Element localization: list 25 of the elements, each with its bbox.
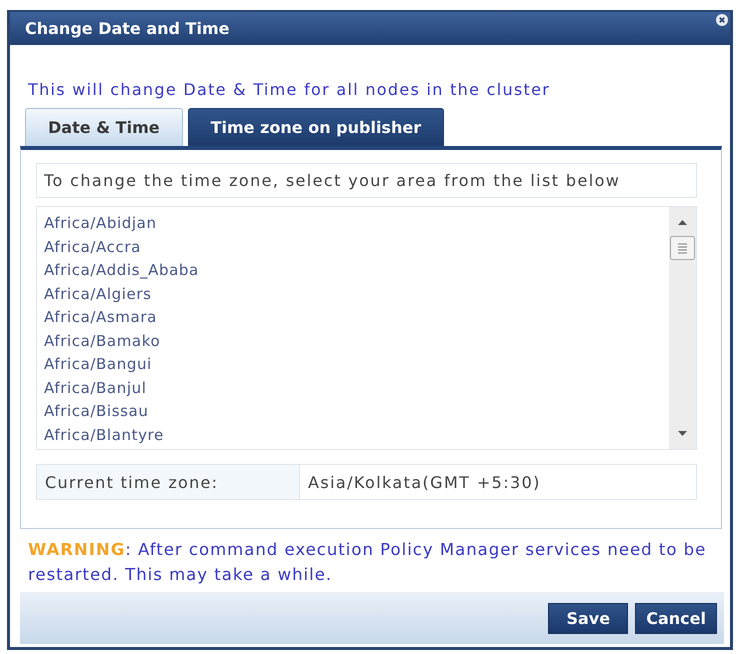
dialog-button[interactable]: Cancel [635,602,717,634]
timezone-option[interactable]: Africa/Asmara [44,306,662,330]
current-zone-value: Asia/Kolkata(GMT +5:30) [300,464,697,500]
scroll-down-icon[interactable] [678,431,687,436]
scroll-thumb[interactable] [670,236,695,260]
timezone-option[interactable]: Africa/Bangui [44,353,662,376]
dialog-button[interactable]: Save [548,602,628,634]
scrollbar[interactable] [669,207,696,449]
timezone-option[interactable]: Africa/Addis_Ababa [44,259,662,282]
close-icon[interactable] [716,14,728,26]
timezone-option[interactable]: Africa/Bamako [44,330,662,353]
tab[interactable]: Time zone on publisher [188,108,444,146]
timezone-option[interactable]: Africa/Bissau [44,400,662,424]
info-text: This will change Date & Time for all nodes in the cluster [28,79,552,100]
timezone-option[interactable]: Africa/Algiers [44,282,662,306]
window-title: Change Date and Time [25,19,230,38]
timezone-option[interactable]: Africa/Banjul [44,376,662,400]
timezone-option[interactable]: Africa/Blantyre [44,424,662,447]
instruction-text: To change the time zone, select your area from the list below [36,163,697,198]
scroll-up-icon[interactable] [678,220,687,225]
timezone-option[interactable]: Africa/Abidjan [44,212,662,236]
tab[interactable]: Date & Time [25,108,183,146]
current-zone-label: Current time zone: [36,464,300,500]
timezone-option[interactable]: Africa/Accra [44,236,662,259]
warning-text: WARNING: After command execution Policy Manager services need to be restarted. This may take a while. [28,539,708,586]
